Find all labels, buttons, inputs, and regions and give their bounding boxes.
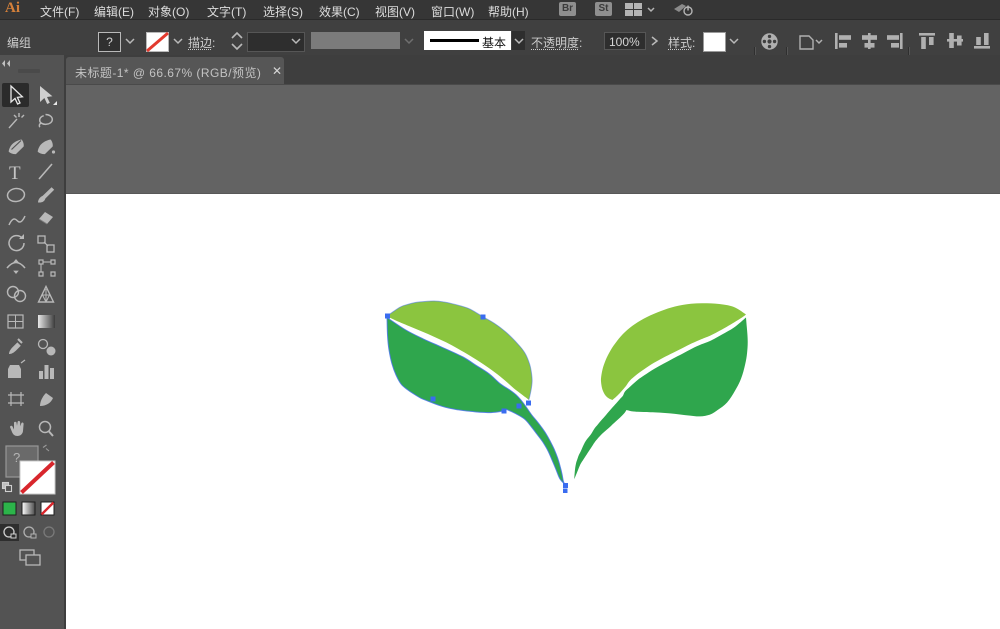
svg-text:?: ?	[13, 450, 20, 465]
svg-text:T: T	[9, 163, 21, 184]
